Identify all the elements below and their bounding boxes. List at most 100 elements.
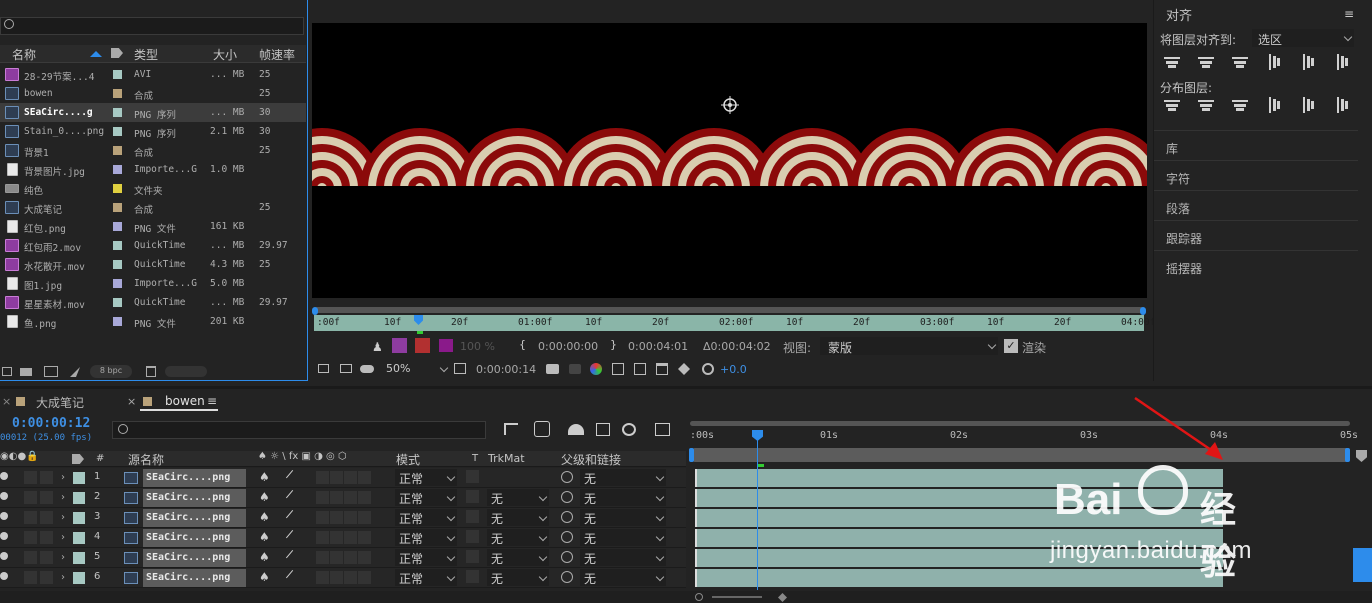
lock-switch[interactable] xyxy=(40,551,53,564)
panel-0[interactable]: 库 xyxy=(1154,130,1358,159)
trkmat-select[interactable]: 无 xyxy=(487,489,549,506)
tab-menu-icon[interactable]: ≡ xyxy=(207,394,217,408)
timeline-time-ruler[interactable]: :00s 01s 02s 03s 04s 05s xyxy=(690,421,1358,448)
render-checkbox[interactable]: ✓ xyxy=(1004,339,1018,353)
blend-mode-select[interactable]: 正常 xyxy=(395,569,457,586)
layer-source-name[interactable]: SEaCirc....png xyxy=(143,569,246,587)
solo-switch[interactable] xyxy=(24,511,37,524)
time-navigator-bar[interactable] xyxy=(690,421,1350,426)
in-point-time[interactable]: 0:00:00:00 xyxy=(538,340,598,353)
distribute-top-icon[interactable] xyxy=(1164,97,1180,113)
align-left-icon[interactable] xyxy=(1164,54,1180,70)
pick-whip-icon[interactable] xyxy=(561,551,573,563)
channels-icon[interactable] xyxy=(590,363,602,375)
lock-switch[interactable] xyxy=(40,531,53,544)
reset-exposure-icon[interactable] xyxy=(678,363,690,375)
vr-icon[interactable] xyxy=(360,365,374,373)
label-color-swatch[interactable] xyxy=(113,89,122,98)
out-point-time[interactable]: 0:00:04:01 xyxy=(628,340,688,353)
distribute-right-icon[interactable] xyxy=(1334,97,1350,113)
trkmat-select[interactable]: 无 xyxy=(487,529,549,546)
project-item[interactable]: 背景1 合成 25 xyxy=(0,141,306,160)
tab-dacheng-biji[interactable]: 大成笔记 xyxy=(36,394,84,411)
pick-whip-icon[interactable] xyxy=(561,491,573,503)
layer-row[interactable]: › 2 SEaCirc....png ♠ 正常 无 无 xyxy=(0,488,686,508)
shy-switch-icon[interactable]: ♠ xyxy=(259,510,270,524)
region-of-interest-icon[interactable] xyxy=(612,363,624,375)
project-item[interactable]: 红包.png PNG 文件 161 KB xyxy=(0,217,306,236)
3d-layer-switch[interactable] xyxy=(358,471,371,484)
panel-1[interactable]: 字符 xyxy=(1154,160,1358,189)
label-color-swatch[interactable] xyxy=(113,260,122,269)
label-color-swatch[interactable] xyxy=(113,127,122,136)
blend-mode-select[interactable]: 正常 xyxy=(395,549,457,566)
motion-blur-switch[interactable] xyxy=(344,551,357,564)
3d-layer-switch[interactable] xyxy=(358,551,371,564)
quality-switch-icon[interactable] xyxy=(285,529,301,545)
layer-source-name[interactable]: SEaCirc....png xyxy=(143,529,246,547)
3d-layer-switch[interactable] xyxy=(358,511,371,524)
align-vertical-center-icon[interactable] xyxy=(1300,54,1316,70)
motion-blur-toggle-icon[interactable] xyxy=(622,423,636,436)
quality-switch-icon[interactable] xyxy=(285,509,301,525)
column-mode[interactable]: 模式 xyxy=(396,451,420,468)
zoom-out-icon[interactable] xyxy=(695,593,703,601)
timeline-search-input[interactable] xyxy=(112,421,486,439)
project-item[interactable]: 星星素材.mov QuickTime ... MB 29.97 xyxy=(0,293,306,312)
project-item[interactable]: 水花散开.mov QuickTime 4.3 MB 25 xyxy=(0,255,306,274)
motion-blur-icon[interactable] xyxy=(392,338,407,353)
composition-canvas[interactable] xyxy=(312,23,1147,298)
label-tag-icon[interactable] xyxy=(111,48,123,58)
column-size[interactable]: 大小 xyxy=(213,46,237,63)
pick-whip-icon[interactable] xyxy=(561,571,573,583)
show-snapshot-icon[interactable] xyxy=(569,364,581,374)
view-select[interactable]: 蒙版 xyxy=(820,337,998,355)
align-to-select[interactable]: 选区 xyxy=(1252,29,1354,47)
solo-switch[interactable] xyxy=(24,551,37,564)
3d-view-icon[interactable] xyxy=(656,363,668,375)
shy-switch-icon[interactable]: ♠ xyxy=(259,570,270,584)
layer-label-color[interactable] xyxy=(73,472,85,484)
close-icon[interactable]: × xyxy=(127,395,136,408)
project-item[interactable]: 大成笔记 合成 25 xyxy=(0,198,306,217)
parent-select[interactable]: 无 xyxy=(580,489,666,506)
solo-switch[interactable] xyxy=(24,531,37,544)
layer-source-name[interactable]: SEaCirc....png xyxy=(143,549,246,567)
navigator-start-handle[interactable] xyxy=(312,307,318,315)
graph-editor-icon[interactable] xyxy=(655,423,670,436)
frame-blending-icon[interactable] xyxy=(596,423,610,436)
expand-arrow-icon[interactable]: › xyxy=(61,512,65,523)
parent-select[interactable]: 无 xyxy=(580,529,666,546)
project-item[interactable]: 鱼.png PNG 文件 201 KB xyxy=(0,312,306,331)
zoom-in-icon[interactable] xyxy=(778,593,787,602)
lock-switch[interactable] xyxy=(40,471,53,484)
tab-bowen[interactable]: bowen xyxy=(165,394,205,408)
column-parent[interactable]: 父级和链接 xyxy=(561,451,621,468)
lock-switch[interactable] xyxy=(40,571,53,584)
in-point-icon[interactable]: { xyxy=(519,338,526,351)
panel-menu-icon[interactable]: ≡ xyxy=(1344,7,1354,21)
layer-row[interactable]: › 5 SEaCirc....png ♠ 正常 无 无 xyxy=(0,548,686,568)
distribute-left-icon[interactable] xyxy=(1266,97,1282,113)
frame-blend-switch[interactable] xyxy=(330,551,343,564)
lock-switch[interactable] xyxy=(40,511,53,524)
layer-source-name[interactable]: SEaCirc....png xyxy=(143,469,246,487)
exposure-icon[interactable] xyxy=(702,363,714,375)
layer-label-color[interactable] xyxy=(73,572,85,584)
work-area-start-handle[interactable] xyxy=(689,448,694,462)
label-color-swatch[interactable] xyxy=(113,298,122,307)
project-item[interactable]: 红包雨2.mov QuickTime ... MB 29.97 xyxy=(0,236,306,255)
distribute-bottom-icon[interactable] xyxy=(1232,97,1248,113)
exposure-value[interactable]: +0.0 xyxy=(720,363,747,376)
pick-whip-icon[interactable] xyxy=(561,471,573,483)
blend-mode-select[interactable]: 正常 xyxy=(395,509,457,526)
layer-label-color[interactable] xyxy=(73,552,85,564)
project-item[interactable]: Stain_0....png PNG 序列 2.1 MB 30 xyxy=(0,122,306,141)
distribute-horizontal-center-icon[interactable] xyxy=(1300,97,1316,113)
project-item[interactable]: 28-29节案...4 AVI ... MB 25 xyxy=(0,65,306,84)
close-icon[interactable]: × xyxy=(2,395,11,408)
zoom-select[interactable]: 50% xyxy=(382,360,450,378)
current-time-display[interactable]: 0:00:00:14 xyxy=(476,363,536,376)
layer-source-name[interactable]: SEaCirc....png xyxy=(143,489,246,507)
label-color-swatch[interactable] xyxy=(113,165,122,174)
